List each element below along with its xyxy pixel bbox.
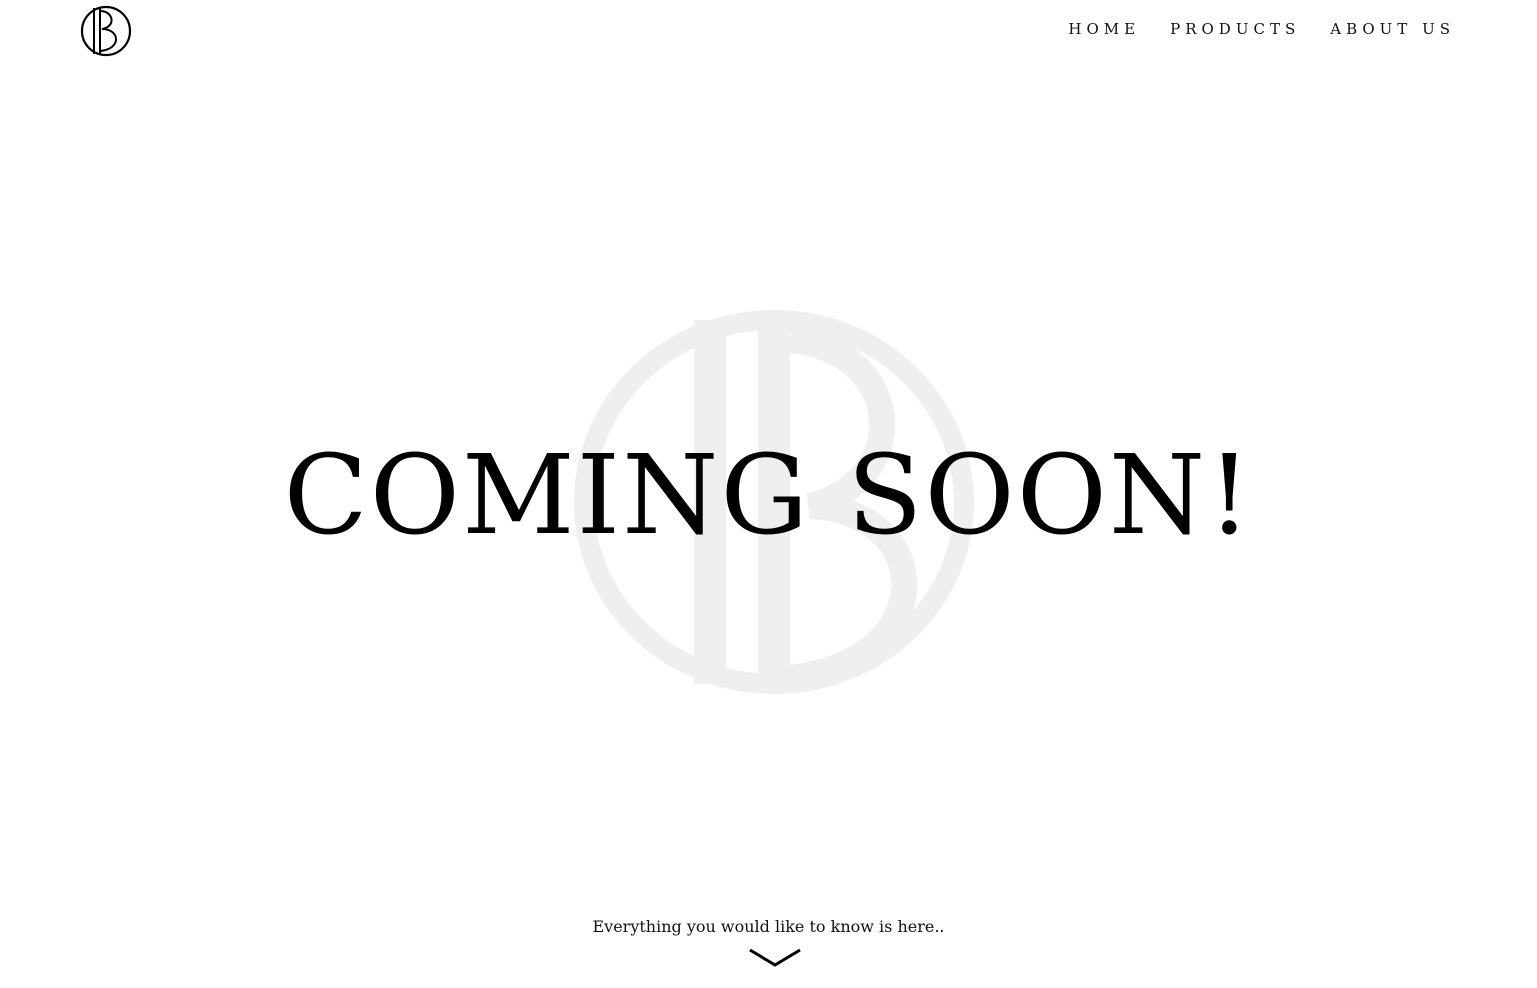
nav-home[interactable]: HOME [1068, 20, 1140, 38]
tagline-text: Everything you would like to know is her… [592, 917, 945, 936]
monogram-logo-icon[interactable] [80, 5, 132, 57]
nav-about-us[interactable]: ABOUT US [1330, 20, 1455, 38]
main-nav: HOME PRODUCTS ABOUT US [1068, 20, 1455, 38]
nav-products[interactable]: PRODUCTS [1170, 20, 1300, 38]
coming-soon-headline: COMING SOON! [283, 431, 1254, 559]
chevron-down-icon[interactable] [749, 947, 801, 969]
page: HOME PRODUCTS ABOUT US COMING SOON! Ever… [0, 0, 1537, 988]
